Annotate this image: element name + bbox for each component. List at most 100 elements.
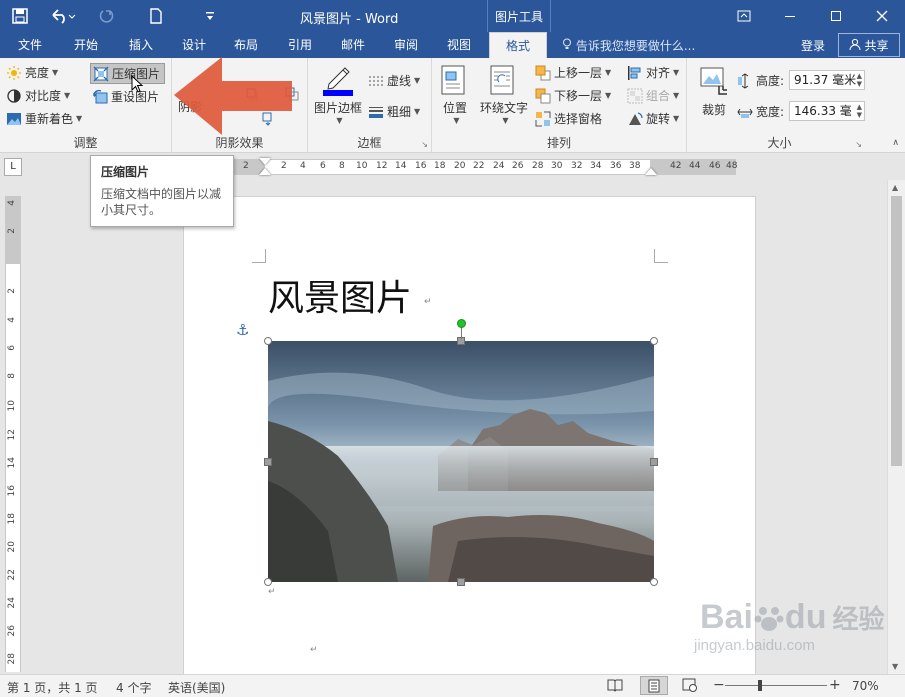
rotation-handle[interactable] xyxy=(457,319,466,328)
send-backward-button[interactable]: 下移一层 ▼ xyxy=(535,87,611,104)
landscape-picture[interactable] xyxy=(268,341,654,582)
print-layout-icon[interactable] xyxy=(640,676,668,695)
width-spinner-icon[interactable]: ▲ ▼ xyxy=(857,103,862,119)
scroll-down-icon[interactable]: ▼ xyxy=(892,662,898,671)
zoom-out-icon[interactable]: − xyxy=(713,677,725,693)
brightness-button[interactable]: 亮度 ▼ xyxy=(6,64,58,81)
position-label: 位置 xyxy=(442,101,467,115)
tab-home[interactable]: 开始 xyxy=(68,32,104,58)
position-button[interactable]: 位置 ▼ xyxy=(440,64,470,125)
vertical-ruler[interactable]: 4 2 2 4 6 8 10 12 14 16 18 20 22 24 26 2… xyxy=(5,196,21,672)
tab-view[interactable]: 视图 xyxy=(441,32,477,58)
vruler-number: 18 xyxy=(7,513,17,525)
maximize-icon[interactable] xyxy=(813,0,859,32)
ruler-number: 36 xyxy=(610,161,622,171)
ruler-number: 4 xyxy=(300,161,306,171)
brightness-label: 亮度 xyxy=(25,66,50,80)
new-document-icon[interactable] xyxy=(144,4,168,28)
width-input[interactable]: 146.33 毫 ▲ ▼ xyxy=(789,101,865,121)
resize-handle-bottom[interactable] xyxy=(457,578,465,586)
weight-button[interactable]: 粗细 ▼ xyxy=(368,103,420,120)
bring-forward-icon xyxy=(535,65,551,81)
close-icon[interactable] xyxy=(859,0,905,32)
width-value: 146.33 毫 xyxy=(794,104,852,118)
horizontal-ruler[interactable]: 2 2 4 6 8 10 12 14 16 18 20 22 24 26 28 … xyxy=(183,158,737,175)
vruler-number: 4 xyxy=(7,200,17,206)
collapse-ribbon-icon[interactable]: ∧ xyxy=(892,138,899,148)
resize-handle-left[interactable] xyxy=(264,458,272,466)
resize-handle-bottom-right[interactable] xyxy=(650,578,658,586)
weight-label: 粗细 xyxy=(387,105,412,119)
read-mode-icon[interactable] xyxy=(607,678,623,695)
recolor-button[interactable]: 重新着色 ▼ xyxy=(6,110,82,127)
document-heading[interactable]: 风景图片 xyxy=(268,269,412,321)
tooltip-body: 压缩文档中的图片以减小其尺寸。 xyxy=(101,187,222,217)
zoom-level[interactable]: 70% xyxy=(852,679,879,693)
minimize-icon[interactable] xyxy=(767,0,813,32)
reset-picture-button[interactable]: 重设图片 xyxy=(92,88,159,105)
document-page[interactable]: 风景图片 ↵ ⚓ ↵ ↵ xyxy=(183,196,756,674)
save-icon[interactable] xyxy=(8,4,32,28)
height-spinner-icon[interactable]: ▲ ▼ xyxy=(857,72,862,88)
resize-handle-right[interactable] xyxy=(650,458,658,466)
ruler-number: 6 xyxy=(320,161,326,171)
group-objects-button[interactable]: 组合 ▼ xyxy=(627,87,679,104)
tab-review[interactable]: 审阅 xyxy=(388,32,424,58)
right-indent-marker[interactable] xyxy=(645,168,657,175)
zoom-in-icon[interactable]: + xyxy=(829,677,841,693)
ruler-number: 34 xyxy=(590,161,602,171)
lightbulb-icon xyxy=(562,38,576,53)
web-layout-icon[interactable] xyxy=(682,678,698,695)
crop-button[interactable]: 裁剪 xyxy=(699,66,729,118)
anchor-icon[interactable]: ⚓ xyxy=(236,321,249,339)
vertical-scrollbar[interactable]: ▲ ▼ xyxy=(887,180,905,674)
undo-icon[interactable] xyxy=(46,4,80,28)
customize-qat-icon[interactable] xyxy=(198,4,222,28)
page-count[interactable]: 第 1 页，共 1 页 xyxy=(7,679,98,696)
share-button[interactable]: 共享 xyxy=(838,33,900,57)
selection-pane-button[interactable]: 选择窗格 xyxy=(535,110,602,127)
bring-forward-button[interactable]: 上移一层 ▼ xyxy=(535,64,611,81)
login-link[interactable]: 登录 xyxy=(801,37,825,54)
scroll-up-icon[interactable]: ▲ xyxy=(892,183,898,192)
dialog-launcher-icon[interactable]: ↘ xyxy=(421,140,428,149)
tab-insert[interactable]: 插入 xyxy=(123,32,159,58)
wrap-text-label: 环绕文字 xyxy=(480,101,529,115)
ribbon-display-icon[interactable] xyxy=(721,0,767,32)
tab-mailings[interactable]: 邮件 xyxy=(335,32,371,58)
contrast-button[interactable]: 对比度 ▼ xyxy=(6,87,70,104)
size-dialog-launcher-icon[interactable]: ↘ xyxy=(855,140,862,149)
language-indicator[interactable]: 英语(美国) xyxy=(168,679,225,696)
dashes-button[interactable]: 虚线 ▼ xyxy=(368,72,420,89)
resize-handle-top-left[interactable] xyxy=(264,337,272,345)
align-button[interactable]: 对齐 ▼ xyxy=(627,64,679,81)
ruler-number: 42 xyxy=(670,161,682,171)
vruler-number: 24 xyxy=(7,597,17,609)
vruler-number: 8 xyxy=(7,373,17,379)
compress-pictures-button[interactable]: 压缩图片 xyxy=(90,63,166,84)
height-input[interactable]: 91.37 毫米 ▲ ▼ xyxy=(789,70,865,90)
resize-handle-bottom-left[interactable] xyxy=(264,578,272,586)
first-line-indent-marker[interactable] xyxy=(259,158,271,165)
tab-format[interactable]: 格式 xyxy=(489,32,547,58)
rotate-button[interactable]: 旋转 ▼ xyxy=(627,110,679,127)
tab-selector[interactable]: L xyxy=(4,158,22,176)
zoom-slider-knob[interactable] xyxy=(758,680,762,691)
tell-me-text: 告诉我您想要做什么... xyxy=(575,39,696,53)
hanging-indent-marker[interactable] xyxy=(259,168,271,175)
resize-handle-top-right[interactable] xyxy=(650,337,658,345)
group-objects-icon xyxy=(627,88,643,104)
picture-border-button[interactable]: 图片边框 ▼ xyxy=(314,64,362,125)
align-label: 对齐 xyxy=(646,66,671,80)
group-arrange: 位置 ▼ 环绕文字 ▼ 上移一层 ▼ 下移一层 ▼ 选择窗格 对齐 ▼ 组合 ▼… xyxy=(432,58,687,153)
group-objects-label: 组合 xyxy=(646,89,671,103)
zoom-slider[interactable] xyxy=(725,685,827,686)
vruler-number: 6 xyxy=(7,345,17,351)
margin-corner-mark xyxy=(654,249,668,263)
tab-file[interactable]: 文件 xyxy=(12,32,48,58)
scrollbar-thumb[interactable] xyxy=(891,196,902,466)
wrap-text-button[interactable]: 环绕文字 ▼ xyxy=(480,64,528,125)
tell-me-search[interactable]: 告诉我您想要做什么... xyxy=(562,37,695,54)
word-count[interactable]: 4 个字 xyxy=(116,679,151,696)
redo-icon[interactable] xyxy=(94,4,118,28)
